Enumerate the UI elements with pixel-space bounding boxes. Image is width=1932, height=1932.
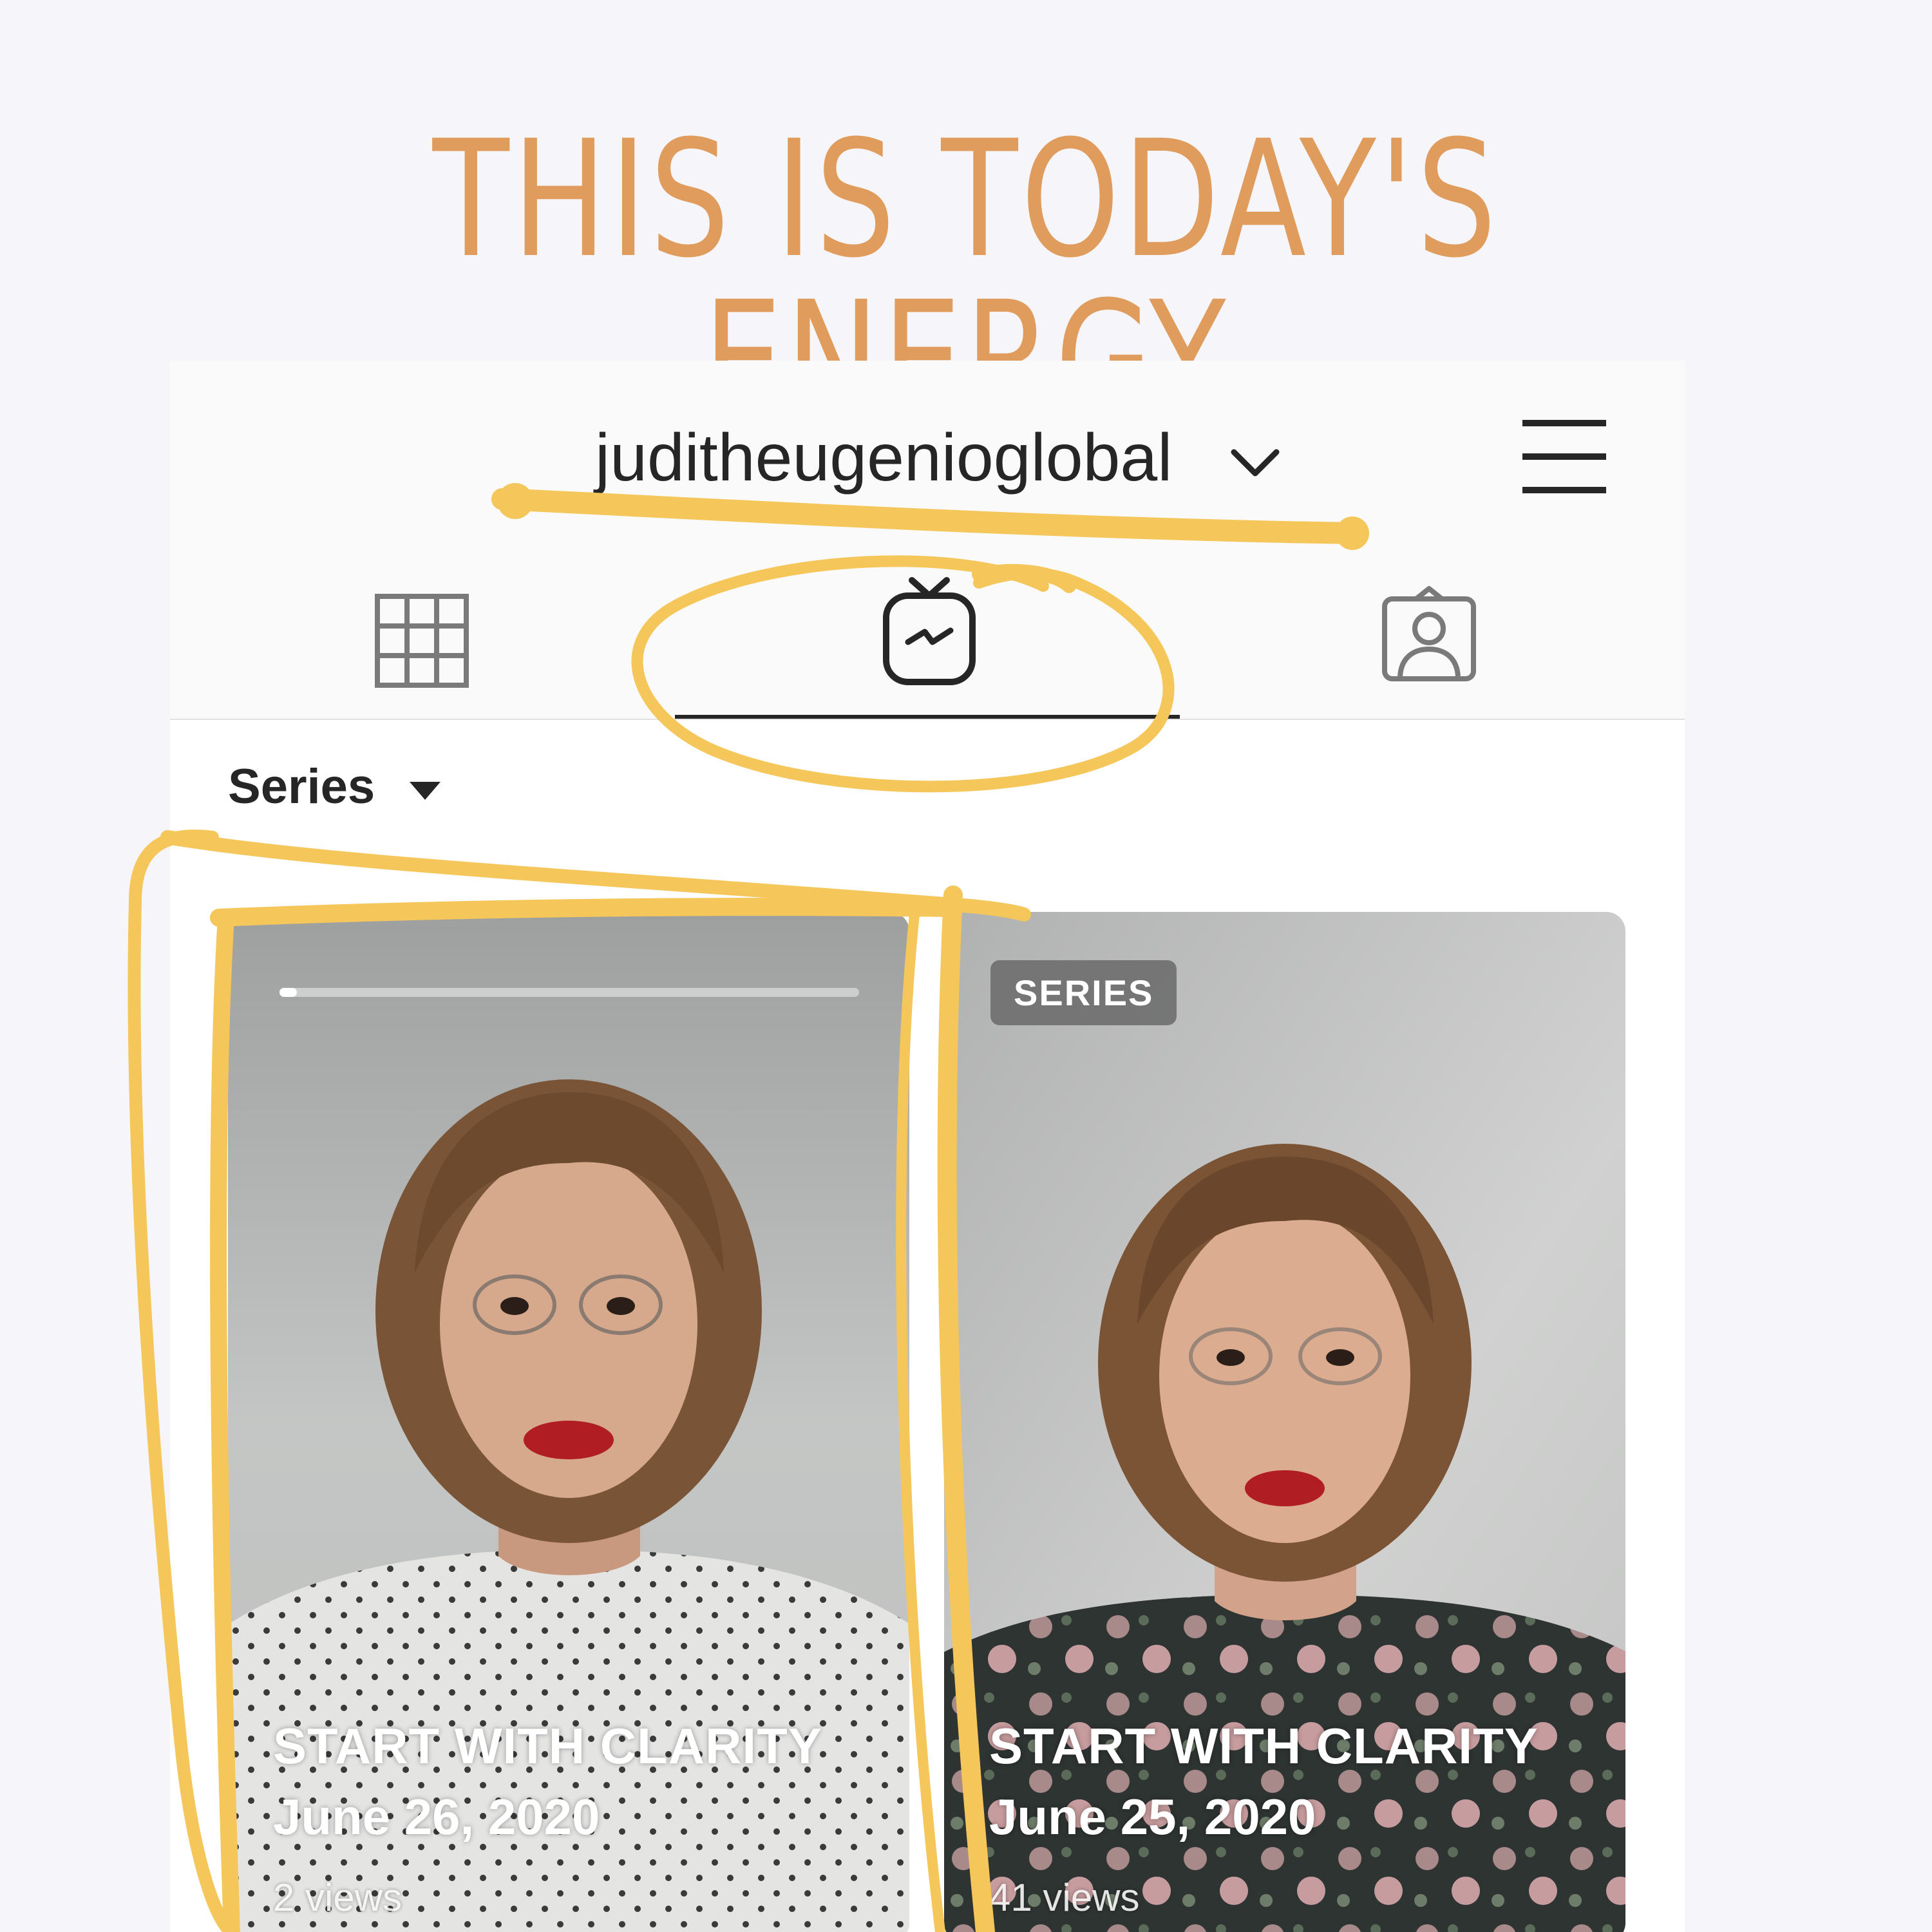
chevron-down-icon[interactable] [1226, 438, 1284, 489]
tab-igtv[interactable] [675, 554, 1180, 721]
profile-header: juditheugenioglobal [170, 361, 1685, 554]
video-views: 41 views [989, 1876, 1140, 1919]
igtv-video-card[interactable]: START WITH CLARITY June 26, 2020 2 views [228, 912, 909, 1932]
video-title: START WITH CLARITY [989, 1718, 1539, 1774]
igtv-content: Series START WITH CLARITY June 26, 2020 … [170, 720, 1685, 1932]
series-filter-label[interactable]: Series [228, 759, 375, 815]
profile-username[interactable]: juditheugenioglobal [595, 420, 1172, 497]
profile-tabs [170, 554, 1685, 721]
video-date: June 26, 2020 [273, 1788, 600, 1845]
caret-down-icon[interactable] [408, 779, 442, 802]
video-date: June 25, 2020 [989, 1788, 1316, 1845]
igtv-video-card[interactable]: SERIES START WITH CLARITY June 25, 2020 … [944, 912, 1625, 1932]
instagram-profile-screenshot: juditheugenioglobal Series START WITH CL… [170, 361, 1685, 1932]
tagged-person-icon [1382, 586, 1476, 681]
video-title: START WITH CLARITY [273, 1718, 822, 1774]
video-thumbnail [944, 912, 1625, 1932]
video-progress-fill [279, 988, 297, 997]
igtv-icon [883, 577, 976, 685]
tab-tagged[interactable] [1180, 554, 1685, 721]
video-thumbnail [228, 912, 909, 1932]
story-canvas: THIS IS TODAY'S ENERGY juditheugenioglob… [0, 0, 1932, 1932]
video-progress-bar [279, 988, 859, 997]
tab-posts-grid[interactable] [170, 554, 675, 721]
video-views: 2 views [273, 1876, 402, 1919]
series-badge: SERIES [990, 960, 1177, 1025]
grid-icon [375, 594, 469, 688]
hamburger-menu-icon[interactable] [1522, 417, 1613, 495]
